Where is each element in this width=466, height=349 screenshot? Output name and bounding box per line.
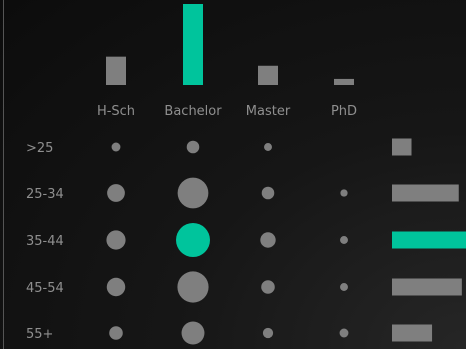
bubble xyxy=(340,283,348,291)
row-label: 25-34 xyxy=(26,187,64,202)
bubble xyxy=(261,280,275,294)
bubble-grid xyxy=(106,140,349,345)
bubble xyxy=(109,326,123,340)
bubble xyxy=(339,328,349,338)
bubble xyxy=(176,223,210,257)
bubble xyxy=(106,277,126,297)
row-total-bar xyxy=(392,138,412,156)
column-total-bar xyxy=(258,65,278,85)
row-label: 45-54 xyxy=(26,281,64,296)
column-total-bar xyxy=(106,56,126,85)
bubble xyxy=(340,236,348,244)
bubble xyxy=(261,186,275,200)
bubble xyxy=(107,184,125,202)
column-bars xyxy=(106,4,354,85)
column-label: Bachelor xyxy=(164,104,222,119)
row-label: 35-44 xyxy=(26,234,64,249)
row-label: 55+ xyxy=(26,327,53,342)
column-label: H-Sch xyxy=(97,104,135,119)
column-total-bar xyxy=(334,78,354,85)
row-total-bar xyxy=(392,184,459,202)
bubble xyxy=(340,189,348,197)
row-total-bar xyxy=(392,231,466,249)
bubble xyxy=(260,232,276,248)
column-label: Master xyxy=(246,104,291,119)
row-labels: >25 25-34 35-44 45-54 55+ xyxy=(26,141,64,342)
education-age-chart: H-Sch Bachelor Master PhD >25 25-34 35-4… xyxy=(3,0,466,349)
bubble xyxy=(264,143,272,151)
row-label: >25 xyxy=(26,141,53,156)
bubble xyxy=(177,271,209,303)
column-total-bar xyxy=(183,4,203,85)
bubble xyxy=(186,140,200,154)
bubble xyxy=(262,327,274,339)
bubble xyxy=(111,142,121,152)
column-label: PhD xyxy=(331,104,357,119)
row-total-bar xyxy=(392,324,433,342)
bubble xyxy=(106,230,126,250)
bubble xyxy=(177,177,209,209)
bubble xyxy=(181,321,205,345)
column-labels: H-Sch Bachelor Master PhD xyxy=(97,104,357,119)
row-total-bar xyxy=(392,278,462,296)
row-bars xyxy=(392,138,466,342)
